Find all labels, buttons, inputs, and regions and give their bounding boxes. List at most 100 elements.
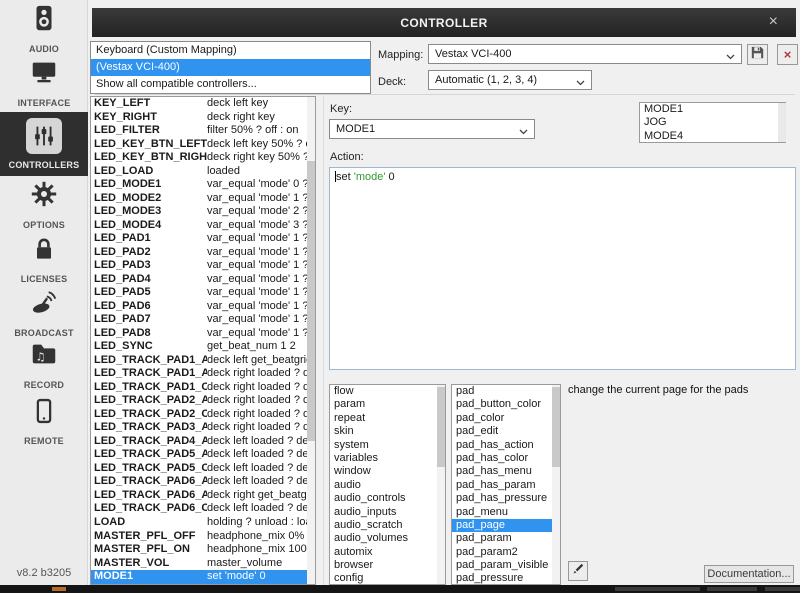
mapped-key-row[interactable]: LOADholding ? unload : load [91, 516, 315, 530]
mapped-key-row[interactable]: LED_KEY_BTN_RIGHTdeck right key 50% ? o [91, 151, 315, 165]
device-row[interactable]: Show all compatible controllers... [91, 76, 370, 93]
key-action: deck left loaded ? deck [207, 462, 315, 474]
action-name-row[interactable]: pad_param2 [452, 546, 560, 559]
mapped-key-row[interactable]: MASTER_PFL_ONheadphone_mix 100% [91, 543, 315, 557]
mapped-key-row[interactable]: LED_TRACK_PAD1_A_Ldeck left get_beatgrid [91, 354, 315, 368]
action-group-row[interactable]: automix [330, 546, 445, 559]
action-name-row[interactable]: pad_has_action [452, 439, 560, 452]
sidebar-item-remote[interactable]: REMOTE [0, 394, 88, 446]
mapped-key-row[interactable]: LED_TRACK_PAD5_A_Ldeck left loaded ? dec… [91, 448, 315, 462]
speaker-icon [29, 3, 59, 38]
mapped-key-row[interactable]: LED_TRACK_PAD3_A_Fdeck right loaded ? de [91, 421, 315, 435]
mapped-key-row[interactable]: LED_KEY_BTN_LEFTdeck left key 50% ? off [91, 138, 315, 152]
mapped-key-row[interactable]: LED_PAD7var_equal 'mode' 1 ? lo [91, 313, 315, 327]
action-name-row[interactable]: pad [452, 385, 560, 398]
mapped-key-row[interactable]: LED_PAD1var_equal 'mode' 1 ? lo [91, 232, 315, 246]
save-mapping-button[interactable] [747, 44, 768, 65]
mapped-key-row[interactable]: MODE1set 'mode' 0 [91, 570, 315, 584]
action-group-row[interactable]: audio_scratch [330, 519, 445, 532]
mapped-key-row[interactable]: LED_LOADloaded [91, 165, 315, 179]
edit-action-button[interactable] [568, 561, 588, 581]
sidebar-item-record[interactable]: ♫ RECORD [0, 340, 88, 390]
deck-dropdown[interactable]: Automatic (1, 2, 3, 4) [428, 70, 592, 90]
action-group-row[interactable]: flow [330, 385, 445, 398]
sidebar-item-audio[interactable]: AUDIO [0, 4, 88, 54]
action-name-row[interactable]: pad_has_pressure [452, 492, 560, 505]
action-group-row[interactable]: audio_inputs [330, 506, 445, 519]
key-dropdown[interactable]: MODE1 [329, 119, 535, 139]
group-list-scrollbar[interactable] [437, 385, 445, 584]
mapped-key-row[interactable]: LED_PAD3var_equal 'mode' 1 ? lo [91, 259, 315, 273]
mapped-key-row[interactable]: LED_MODE1var_equal 'mode' 0 ? o [91, 178, 315, 192]
mapped-key-row[interactable]: LED_MODE2var_equal 'mode' 1 ? o [91, 192, 315, 206]
device-row[interactable]: Keyboard (Custom Mapping) [91, 42, 370, 59]
mapped-key-row[interactable]: LED_TRACK_PAD2_C_Fdeck right loaded ? de [91, 408, 315, 422]
action-group-row[interactable]: system [330, 439, 445, 452]
mapped-key-row[interactable]: LED_SYNCget_beat_num 1 2 [91, 340, 315, 354]
mapped-key-row[interactable]: LED_TRACK_PAD6_A_Fdeck right get_beatgri… [91, 489, 315, 503]
action-name-row[interactable]: pad_color [452, 412, 560, 425]
mapped-key-row[interactable]: LED_FILTERfilter 50% ? off : on [91, 124, 315, 138]
action-name-row[interactable]: pad_menu [452, 506, 560, 519]
key-event-row[interactable]: JOG [640, 116, 785, 129]
mapped-key-row[interactable]: LED_TRACK_PAD6_C_Ldeck left loaded ? dec… [91, 502, 315, 516]
mapped-key-row[interactable]: LED_MODE4var_equal 'mode' 3 ? o [91, 219, 315, 233]
action-group-row[interactable]: param [330, 398, 445, 411]
sidebar-item-options[interactable]: OPTIONS [0, 180, 88, 230]
action-script-editor[interactable]: set 'mode' 0 [329, 167, 796, 370]
action-name-row[interactable]: pad_param_visible [452, 559, 560, 572]
mapped-key-row[interactable]: LED_PAD2var_equal 'mode' 1 ? lo [91, 246, 315, 260]
action-name-row[interactable]: pad_has_param [452, 479, 560, 492]
mapped-key-row[interactable]: LED_PAD4var_equal 'mode' 1 ? lo [91, 273, 315, 287]
action-name-row[interactable]: pad_page [452, 519, 560, 532]
mapped-key-row[interactable]: LED_TRACK_PAD1_A_Fdeck right loaded ? de [91, 367, 315, 381]
key-event-row[interactable]: MODE4 [640, 130, 785, 143]
group-list-scrollbar-thumb[interactable] [437, 387, 445, 467]
key-action: var_equal 'mode' 1 ? lo [207, 313, 315, 325]
mapped-key-row[interactable]: KEY_RIGHTdeck right key [91, 111, 315, 125]
action-name-row[interactable]: pad_edit [452, 425, 560, 438]
mapped-key-row[interactable]: MASTER_PFL_OFFheadphone_mix 0% [91, 530, 315, 544]
key-list-scrollbar[interactable] [307, 97, 315, 584]
sidebar-item-licenses[interactable]: LICENSES [0, 232, 88, 284]
action-group-row[interactable]: audio_volumes [330, 532, 445, 545]
sidebar-item-broadcast[interactable]: BROADCAST [0, 286, 88, 338]
mapped-key-row[interactable]: MASTER_VOLmaster_volume [91, 557, 315, 571]
action-name-row[interactable]: pad_has_color [452, 452, 560, 465]
mapped-key-row[interactable]: LED_PAD5var_equal 'mode' 1 ? lo [91, 286, 315, 300]
mapped-key-row[interactable]: LED_TRACK_PAD4_A_Ldeck left loaded ? dec… [91, 435, 315, 449]
action-group-row[interactable]: repeat [330, 412, 445, 425]
mapping-dropdown[interactable]: Vestax VCI-400 [428, 44, 742, 64]
key-list-scrollbar-thumb[interactable] [307, 161, 315, 441]
action-name-row[interactable]: pad_button_color [452, 398, 560, 411]
mapped-key-row[interactable]: LED_PAD8var_equal 'mode' 1 ? lo [91, 327, 315, 341]
action-name-row[interactable]: pad_param [452, 532, 560, 545]
mapped-key-row[interactable]: LED_TRACK_PAD5_C_Ldeck left loaded ? dec… [91, 462, 315, 476]
sidebar-item-controllers[interactable]: CONTROLLERS [0, 112, 88, 176]
mapped-key-row[interactable]: LED_MODE3var_equal 'mode' 2 ? o [91, 205, 315, 219]
action-group-row[interactable]: audio_controls [330, 492, 445, 505]
action-list-scrollbar[interactable] [552, 385, 560, 584]
key-event-scrollbar[interactable] [778, 103, 786, 142]
documentation-button[interactable]: Documentation... [704, 565, 794, 583]
mapped-key-row[interactable]: KEY_LEFTdeck left key [91, 97, 315, 111]
mapped-key-row[interactable]: LED_TRACK_PAD1_C_Fdeck right loaded ? de [91, 381, 315, 395]
action-group-row[interactable]: config [330, 572, 445, 585]
mapped-key-row[interactable]: LED_PAD6var_equal 'mode' 1 ? lo [91, 300, 315, 314]
sidebar-item-interface[interactable]: INTERFACE [0, 56, 88, 108]
action-name-row[interactable]: pad_has_menu [452, 465, 560, 478]
action-group-row[interactable]: browser [330, 559, 445, 572]
mapped-key-row[interactable]: LED_TRACK_PAD6_A_Ldeck left loaded ? dec… [91, 475, 315, 489]
close-icon[interactable]: × [769, 12, 778, 32]
action-list-scrollbar-thumb[interactable] [552, 387, 560, 467]
device-row-selected[interactable]: (Vestax VCI-400) [91, 59, 370, 76]
action-name-row[interactable]: pad_pressure [452, 572, 560, 585]
key-action: deck left loaded ? deck [207, 502, 315, 514]
delete-mapping-button[interactable]: × [777, 44, 798, 65]
action-group-row[interactable]: variables [330, 452, 445, 465]
action-group-row[interactable]: skin [330, 425, 445, 438]
action-group-row[interactable]: window [330, 465, 445, 478]
mapped-key-row[interactable]: LED_TRACK_PAD2_A_Fdeck right loaded ? de [91, 394, 315, 408]
action-group-row[interactable]: audio [330, 479, 445, 492]
key-event-row[interactable]: MODE1 [640, 103, 785, 116]
